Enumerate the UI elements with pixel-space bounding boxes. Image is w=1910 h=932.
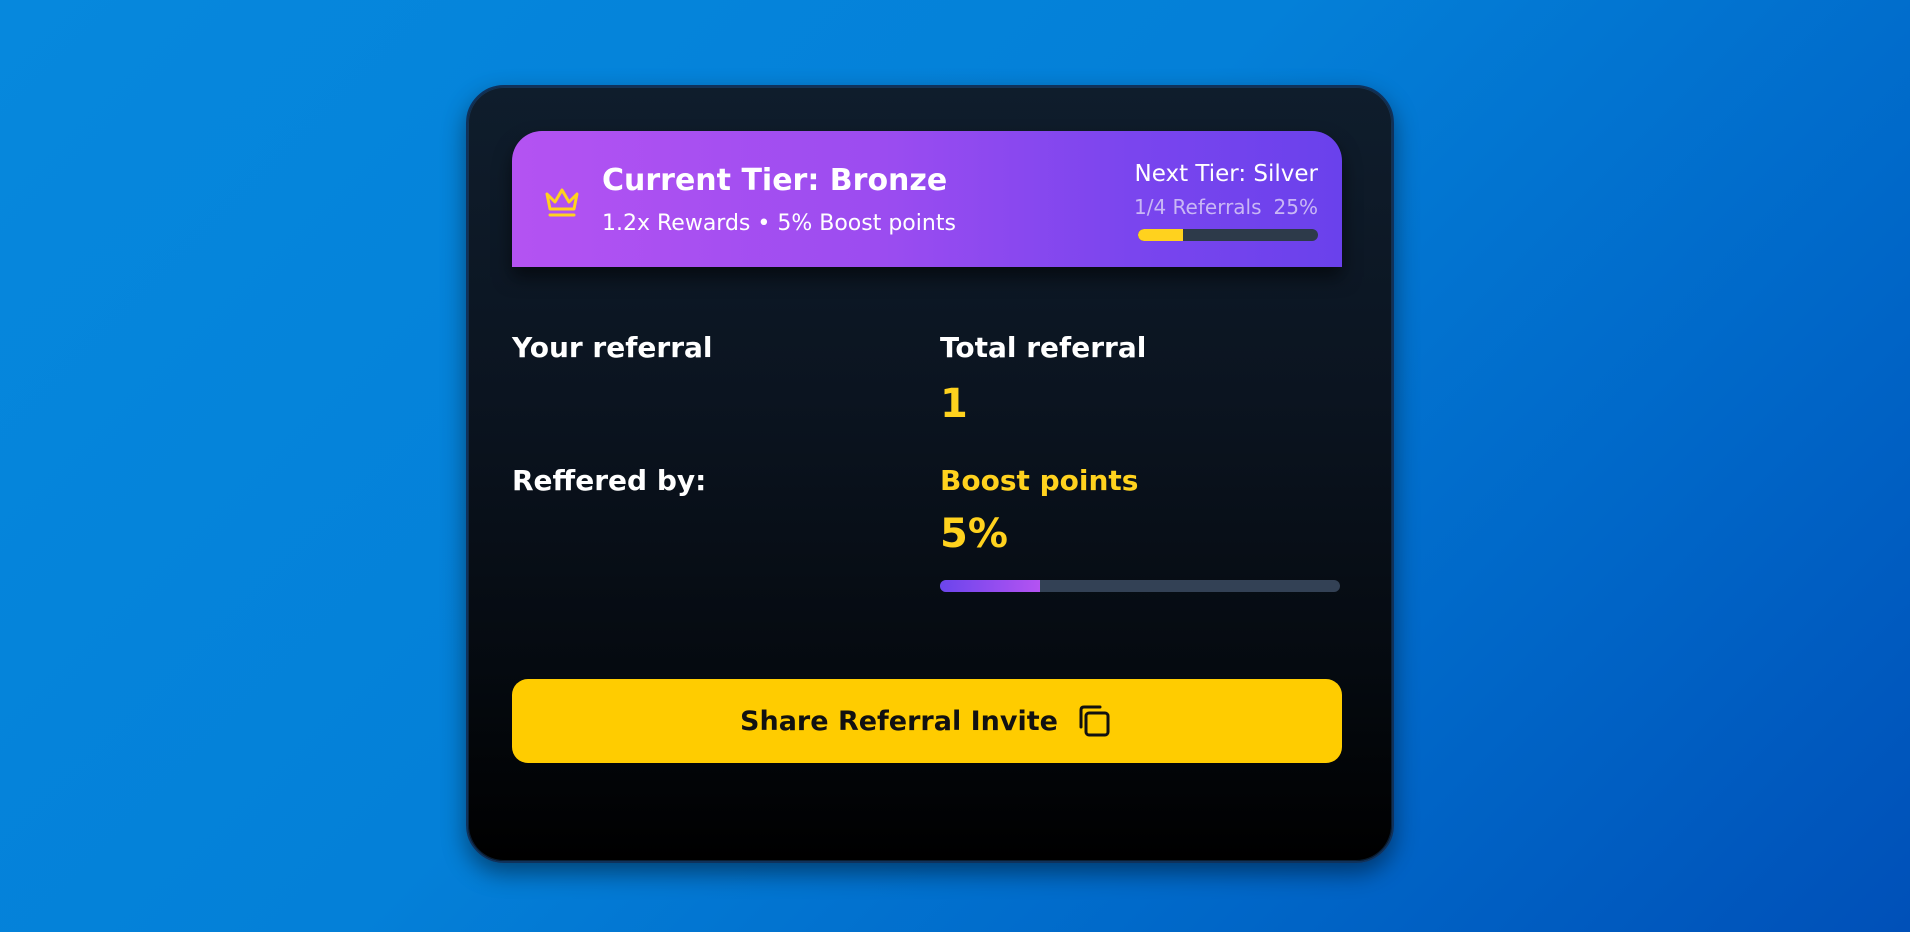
next-tier-progress-text: 1/4 Referrals 25%	[1134, 195, 1318, 219]
crown-icon	[545, 188, 579, 217]
share-referral-label: Share Referral Invite	[740, 705, 1058, 737]
boost-points-label: Boost points	[940, 464, 1139, 497]
tier-subtitle: 1.2x Rewards • 5% Boost points	[602, 211, 956, 236]
total-referral-value: 1	[940, 381, 968, 427]
referrals-progress: 1/4 Referrals	[1134, 195, 1262, 219]
boost-progress-bar	[940, 580, 1340, 592]
your-referral-label: Your referral	[512, 331, 713, 364]
progress-percent: 25%	[1273, 195, 1318, 219]
referral-card: Current Tier: Bronze 1.2x Rewards • 5% B…	[466, 85, 1394, 863]
boost-progress-fill	[940, 580, 1040, 592]
next-tier-label: Next Tier: Silver	[1134, 161, 1318, 187]
boost-points-value: 5%	[940, 511, 1008, 557]
total-referral-label: Total referral	[940, 331, 1147, 364]
tier-title: Current Tier: Bronze	[602, 163, 948, 198]
copy-icon	[1079, 705, 1110, 737]
referred-by-label: Reffered by:	[512, 464, 707, 497]
share-referral-button[interactable]: Share Referral Invite	[512, 679, 1342, 763]
next-tier-progress-fill	[1138, 229, 1183, 241]
next-tier-progress-bar	[1138, 229, 1318, 241]
tier-banner: Current Tier: Bronze 1.2x Rewards • 5% B…	[512, 131, 1342, 267]
